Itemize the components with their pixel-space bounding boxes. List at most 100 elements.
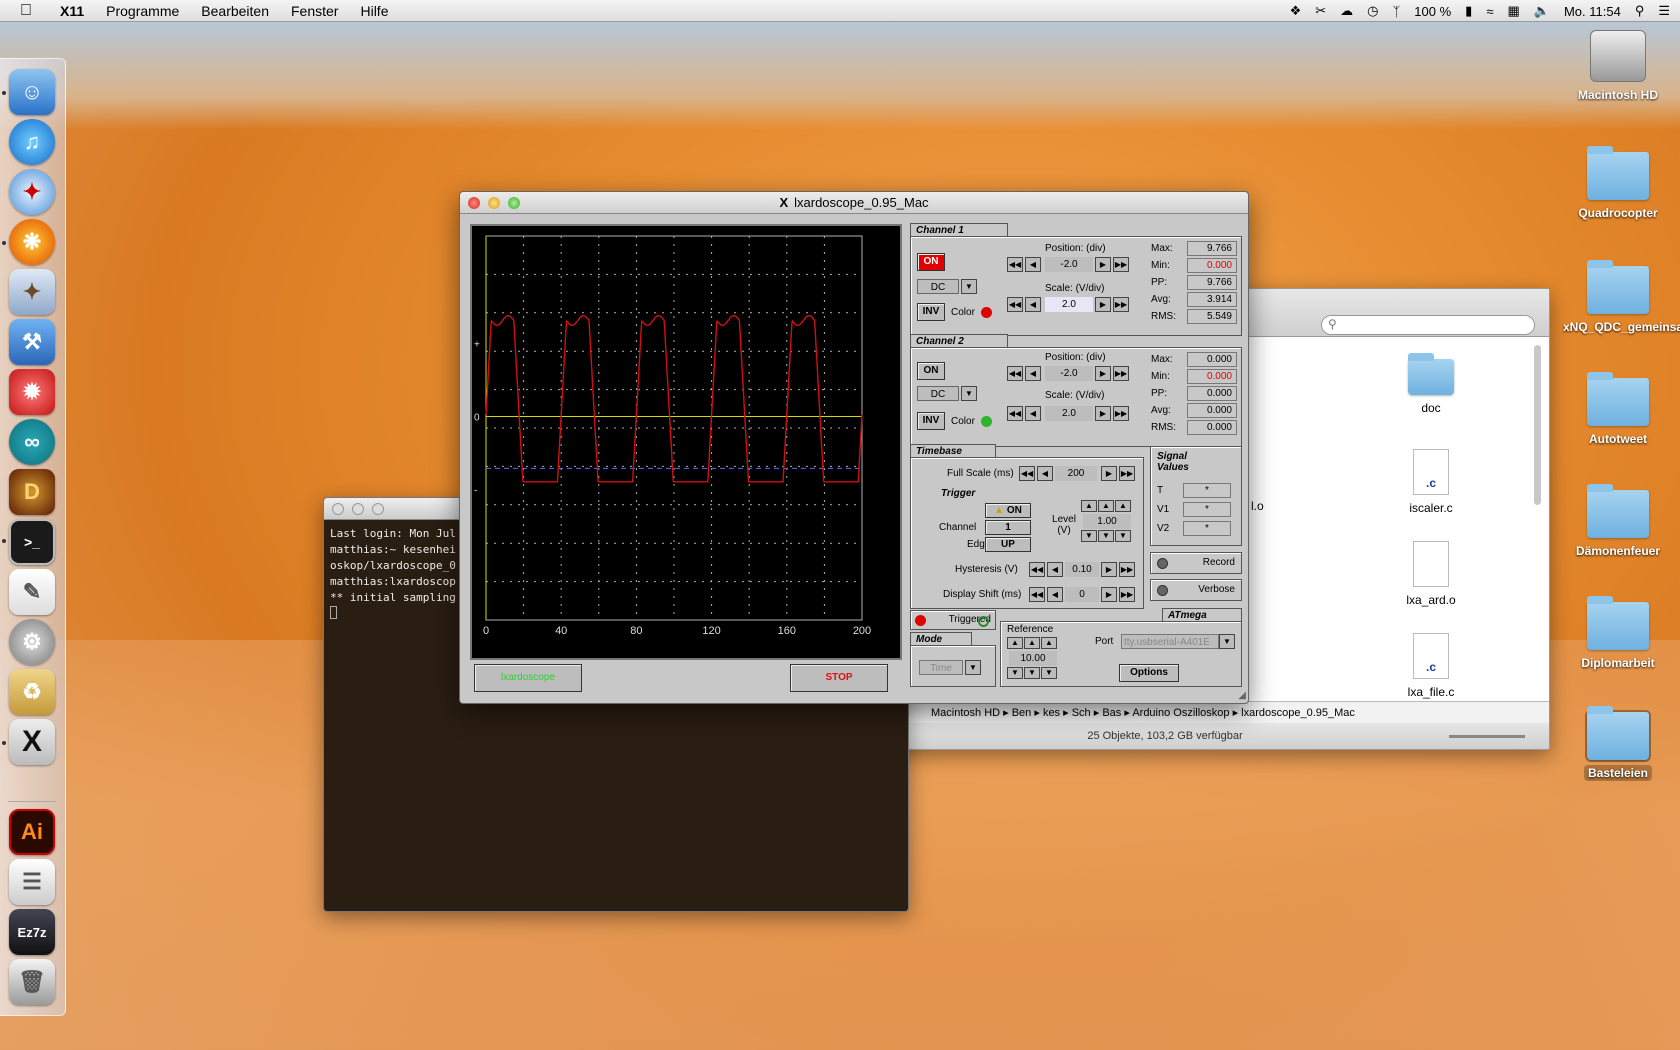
textedit-icon[interactable]: ✎ <box>9 569 55 615</box>
documents-stack-icon[interactable]: ☰ <box>9 859 55 905</box>
dropbox-icon[interactable]: ❖ <box>1290 3 1302 19</box>
trigger-on-button[interactable]: ▲ ON <box>985 503 1031 518</box>
battery-percent[interactable]: 100 % <box>1414 4 1451 19</box>
diablo-icon[interactable]: D <box>9 469 55 515</box>
menu-app[interactable]: X11 <box>60 3 84 19</box>
finder-icon[interactable]: ☺ <box>9 69 55 115</box>
wifi-icon[interactable]: ≈ <box>1486 4 1493 19</box>
resize-grip-icon[interactable]: ◢ <box>1238 690 1246 701</box>
ch1-pos-forward-icon[interactable]: ▶ <box>1095 257 1111 272</box>
ch2-pos-fast-back-icon[interactable]: ◀◀ <box>1007 366 1023 381</box>
path-segment[interactable]: Arduino Oszilloskop <box>1132 707 1229 719</box>
ch1-scale-forward-icon[interactable]: ▶ <box>1095 297 1111 312</box>
ch1-color-swatch[interactable] <box>981 307 992 318</box>
ch2-coupling-select[interactable]: DC <box>917 386 959 401</box>
ch1-scale-fast-forward-icon[interactable]: ▶▶ <box>1113 297 1129 312</box>
shift-fast-back-icon[interactable]: ◀◀ <box>1029 587 1045 602</box>
ch2-inv-button[interactable]: INV <box>917 412 945 430</box>
cloud-icon[interactable]: ☁ <box>1340 3 1353 19</box>
desktop-icon-macintosh-hd[interactable]: Macintosh HD <box>1563 30 1673 102</box>
ch1-scale-value[interactable]: 2.0 <box>1045 297 1093 312</box>
xcode-icon[interactable]: ⚒ <box>9 319 55 365</box>
itunes-icon[interactable]: ♫ <box>9 119 55 165</box>
desktop-icon-autotweet[interactable]: Autotweet <box>1563 372 1673 446</box>
arduino-icon[interactable]: ∞ <box>9 419 55 465</box>
mode-select[interactable]: Time <box>919 660 963 675</box>
verbose-button[interactable]: Verbose <box>1150 579 1242 601</box>
trigger-level-value[interactable]: 1.00 <box>1083 514 1131 529</box>
level-up-icon[interactable]: ▲ <box>1098 500 1114 512</box>
trigger-channel-value[interactable]: 1 <box>985 520 1031 535</box>
ch1-coupling-select[interactable]: DC <box>917 279 959 294</box>
bluetooth-icon[interactable]: ᛉ <box>1392 4 1400 19</box>
desktop-icon-xnq[interactable]: xNQ_QDC_gemeinsam <box>1563 260 1680 334</box>
close-button[interactable] <box>468 197 480 209</box>
lxardoscope-button[interactable]: lxardoscope <box>474 664 582 692</box>
ch1-inv-button[interactable]: INV <box>917 303 945 321</box>
ch2-scale-fast-back-icon[interactable]: ◀◀ <box>1007 406 1023 421</box>
burst-app-icon[interactable]: ✹ <box>9 369 55 415</box>
hysteresis-forward-icon[interactable]: ▶ <box>1101 562 1117 577</box>
full-scale-value[interactable]: 200 <box>1055 466 1097 481</box>
desktop-icon-diplomarbeit[interactable]: Diplomarbeit <box>1563 596 1673 670</box>
level-down-icon[interactable]: ▼ <box>1098 530 1114 542</box>
finder-item-iscaler-c[interactable]: .c iscaler.c <box>1386 449 1476 515</box>
timebase-fast-forward-icon[interactable]: ▶▶ <box>1119 466 1135 481</box>
path-segment[interactable]: Ben <box>1012 707 1032 719</box>
shift-fast-forward-icon[interactable]: ▶▶ <box>1119 587 1135 602</box>
time-machine-icon[interactable]: ◷ <box>1367 3 1378 19</box>
record-button[interactable]: Record <box>1150 552 1242 574</box>
terminal-icon[interactable]: >_ <box>9 519 55 565</box>
ch2-pos-forward-icon[interactable]: ▶ <box>1095 366 1111 381</box>
menu-hilfe[interactable]: Hilfe <box>360 3 388 19</box>
reference-value[interactable]: 10.00 <box>1009 651 1057 666</box>
desktop-icon-quadrocopter[interactable]: Quadrocopter <box>1563 146 1673 220</box>
firefox-icon[interactable]: ❋ <box>9 219 55 265</box>
icon-size-slider[interactable] <box>1449 735 1525 738</box>
desktop-icon-basteleien[interactable]: Basteleien <box>1563 706 1673 781</box>
port-dropdown-icon[interactable]: ▼ <box>1219 634 1235 649</box>
path-segment[interactable]: Sch <box>1072 707 1091 719</box>
level-up-icon[interactable]: ▲ <box>1081 500 1097 512</box>
zoom-button[interactable] <box>372 503 384 515</box>
volume-icon[interactable]: 🔈 <box>1534 3 1550 19</box>
ch2-color-swatch[interactable] <box>981 416 992 427</box>
reference-down-icon[interactable]: ▼ <box>1041 667 1057 679</box>
finder-scrollbar[interactable] <box>1534 345 1541 505</box>
ch1-scale-fast-back-icon[interactable]: ◀◀ <box>1007 297 1023 312</box>
clock[interactable]: Mo. 11:54 <box>1564 4 1621 19</box>
ch2-scale-forward-icon[interactable]: ▶ <box>1095 406 1111 421</box>
finder-item-doc[interactable]: doc <box>1386 353 1476 415</box>
timebase-fast-back-icon[interactable]: ◀◀ <box>1019 466 1035 481</box>
close-button[interactable] <box>332 503 344 515</box>
x11-icon[interactable]: X <box>9 719 55 765</box>
spotlight-icon[interactable]: ⚲ <box>1635 3 1645 19</box>
stop-button[interactable]: STOP <box>790 664 888 692</box>
archive-utility-icon[interactable]: ♻ <box>9 669 55 715</box>
reference-up-icon[interactable]: ▲ <box>1024 637 1040 649</box>
battery-icon[interactable]: ▮ <box>1465 3 1472 19</box>
reference-down-icon[interactable]: ▼ <box>1007 667 1023 679</box>
ch2-on-button[interactable]: ON <box>917 362 945 380</box>
menu-fenster[interactable]: Fenster <box>291 3 338 19</box>
notification-center-icon[interactable]: ☰ <box>1658 3 1670 19</box>
finder-item-lxa-file-c[interactable]: .c lxa_file.c <box>1386 633 1476 699</box>
ch1-position-value[interactable]: -2.0 <box>1045 257 1093 272</box>
minimize-button[interactable] <box>352 503 364 515</box>
menu-programme[interactable]: Programme <box>106 3 179 19</box>
ch2-scale-back-icon[interactable]: ◀ <box>1025 406 1041 421</box>
safari-icon[interactable]: ✦ <box>9 169 55 215</box>
level-down-icon[interactable]: ▼ <box>1081 530 1097 542</box>
ch1-pos-fast-back-icon[interactable]: ◀◀ <box>1007 257 1023 272</box>
ch2-coupling-dropdown-icon[interactable]: ▼ <box>961 386 977 401</box>
path-segment[interactable]: kes <box>1043 707 1060 719</box>
ch1-scale-back-icon[interactable]: ◀ <box>1025 297 1041 312</box>
hysteresis-fast-back-icon[interactable]: ◀◀ <box>1029 562 1045 577</box>
ch1-on-button[interactable]: ON <box>917 253 945 271</box>
level-down-icon[interactable]: ▼ <box>1115 530 1131 542</box>
ch1-pos-back-icon[interactable]: ◀ <box>1025 257 1041 272</box>
apple-menu-icon[interactable]:  <box>20 2 38 20</box>
display-shift-value[interactable]: 0 <box>1065 587 1099 602</box>
timebase-forward-icon[interactable]: ▶ <box>1101 466 1117 481</box>
trash-icon[interactable]: 🗑 <box>9 959 55 1005</box>
